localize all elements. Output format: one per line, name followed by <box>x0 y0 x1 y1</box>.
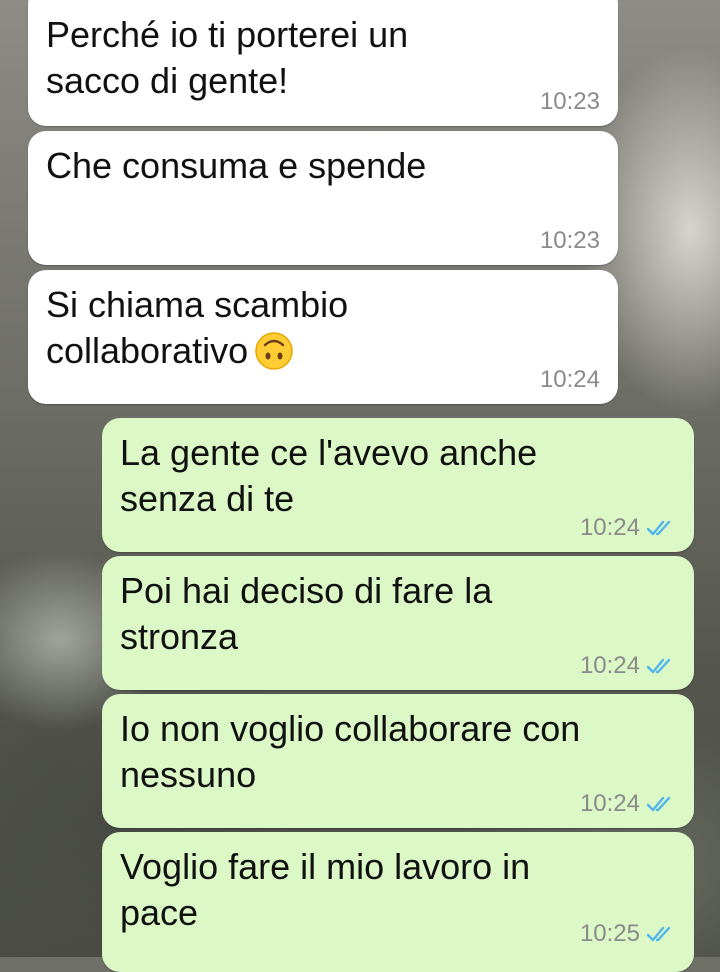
message-meta: 10:24 <box>540 366 600 394</box>
message-time: 10:24 <box>579 652 640 679</box>
message-meta: 10:25 <box>580 920 676 948</box>
read-double-check-icon <box>646 926 671 942</box>
outgoing-message[interactable]: Poi hai deciso di fare la stronza 10:24 <box>102 556 694 690</box>
incoming-message[interactable]: Che consuma e spende 10:23 <box>28 131 618 265</box>
message-text: Che consuma e spende <box>46 145 427 186</box>
message-meta: 10:24 <box>580 652 676 680</box>
message-text: Si chiama scambio collaborativo <box>46 282 600 374</box>
message-meta: 10:24 <box>580 790 676 818</box>
incoming-message[interactable]: Si chiama scambio collaborativo 10:24 <box>28 270 618 404</box>
outgoing-message[interactable]: Voglio fare il mio lavoro in pace 10:25 <box>102 832 694 972</box>
message-text: Io non voglio collaborare con nessuno <box>120 708 581 795</box>
message-text: Poi hai deciso di fare la stronza <box>120 570 493 657</box>
read-double-check-icon <box>646 796 671 812</box>
message-text: La gente ce l'avevo anche senza di te <box>120 432 538 519</box>
message-time: 10:24 <box>539 366 600 393</box>
message-text-body: Si chiama scambio collaborativo <box>46 284 349 371</box>
read-double-check-icon <box>646 520 671 536</box>
outgoing-message[interactable]: La gente ce l'avevo anche senza di te 10… <box>102 418 694 552</box>
outgoing-message[interactable]: Io non voglio collaborare con nessuno 10… <box>102 694 694 828</box>
message-meta: 10:23 <box>540 88 600 116</box>
message-time: 10:23 <box>539 227 600 254</box>
message-time: 10:24 <box>579 514 640 541</box>
message-meta: 10:23 <box>540 227 600 255</box>
message-text: Perché io ti porterei un sacco di gente! <box>46 14 409 101</box>
read-double-check-icon <box>646 658 671 674</box>
message-time: 10:25 <box>579 920 640 947</box>
message-time: 10:23 <box>539 88 600 115</box>
upside-down-face-emoji-icon <box>255 332 293 370</box>
message-time: 10:24 <box>579 790 640 817</box>
message-meta: 10:24 <box>580 514 676 542</box>
incoming-message[interactable]: Perché io ti porterei un sacco di gente!… <box>28 0 618 126</box>
